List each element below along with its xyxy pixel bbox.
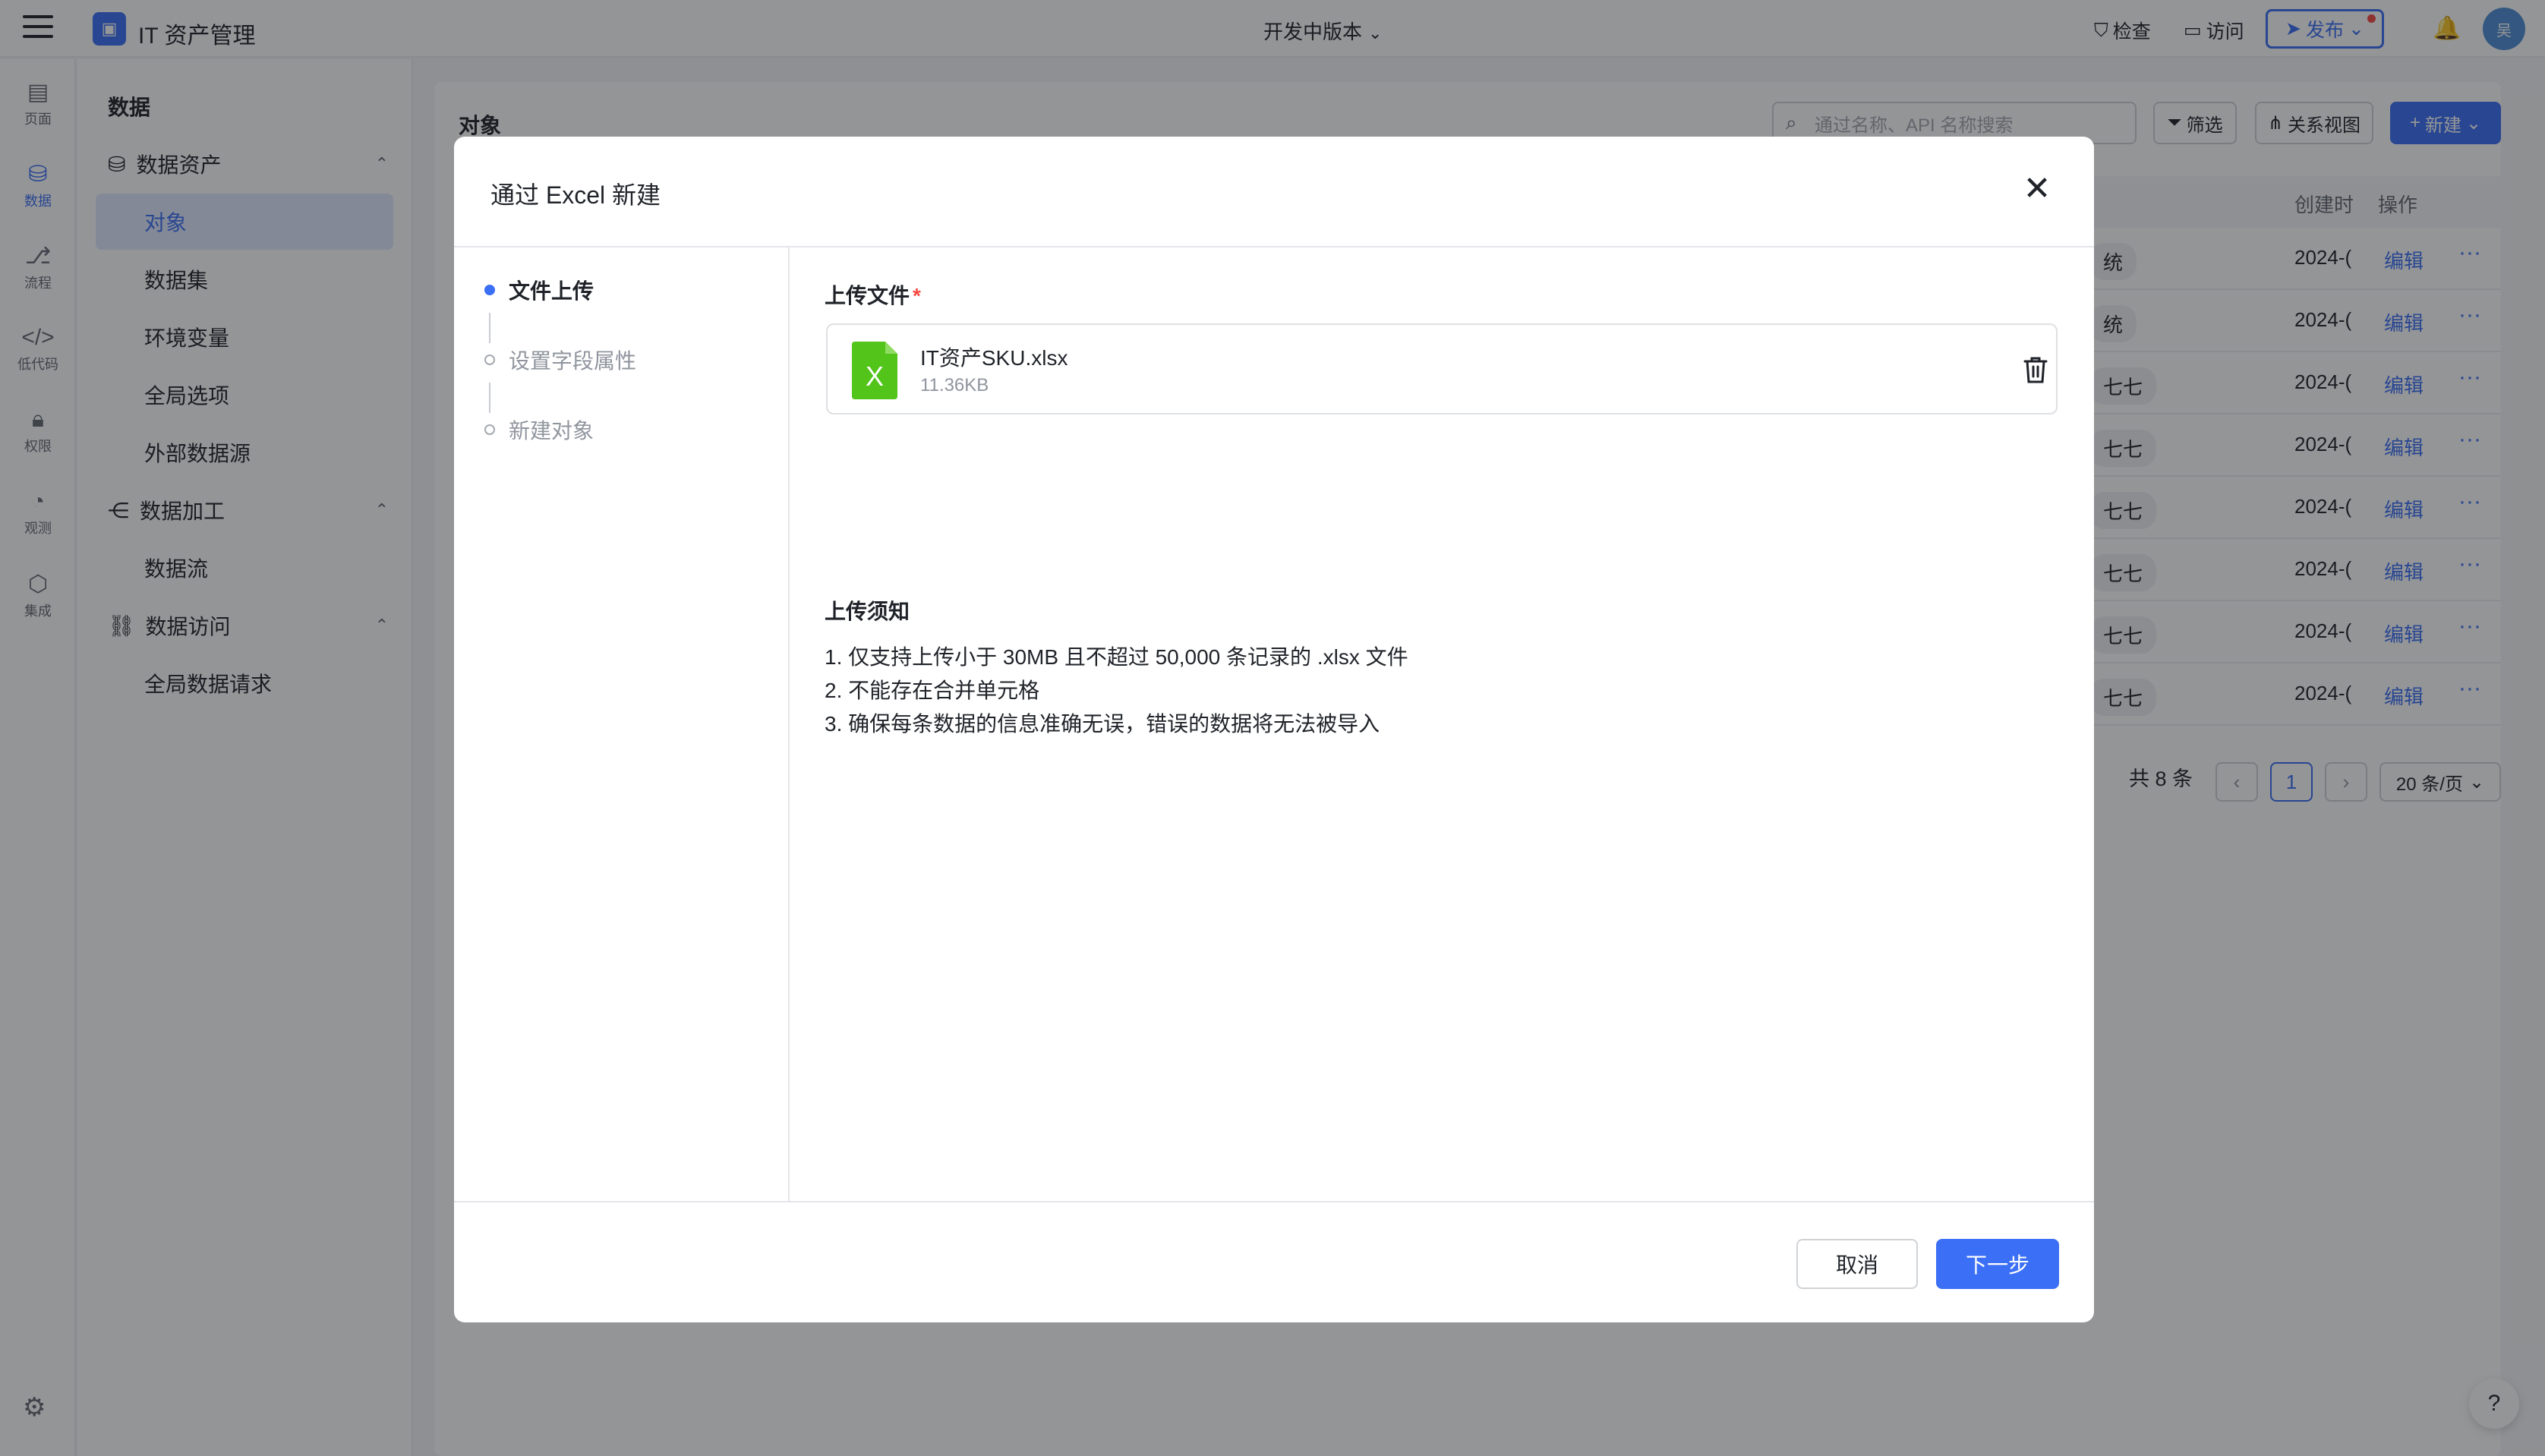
notice-item: 3. 确保每条数据的信息准确无误，错误的数据将无法被导入 (825, 712, 1380, 736)
step-label: 设置字段属性 (509, 349, 637, 373)
uploaded-file-card: X IT资产SKU.xlsx 11.36KB (826, 323, 2058, 414)
step-dot (484, 285, 495, 295)
cancel-button[interactable]: 取消 (1796, 1239, 1918, 1289)
excel-import-dialog: 通过 Excel 新建 ✕ 文件上传 设置字段属性 新建对象 上传文件 * X I… (454, 137, 2094, 1322)
step-dot (484, 424, 495, 435)
step-upload: 文件上传 (484, 275, 594, 305)
notice-title: 上传须知 (825, 600, 910, 623)
excel-icon-letter: X (866, 361, 884, 392)
excel-file-icon: X (852, 342, 897, 399)
dialog-title: 通过 Excel 新建 (490, 181, 661, 209)
notice-list: 1. 仅支持上传小于 30MB 且不超过 50,000 条记录的 .xlsx 文… (825, 641, 1408, 741)
step-field-settings: 设置字段属性 (484, 345, 636, 375)
step-connector (489, 383, 490, 413)
dialog-header: 通过 Excel 新建 ✕ (454, 137, 2094, 247)
notice-item: 1. 仅支持上传小于 30MB 且不超过 50,000 条记录的 .xlsx 文… (825, 645, 1408, 669)
next-step-button[interactable]: 下一步 (1936, 1239, 2059, 1289)
upload-field-label: 上传文件 * (825, 279, 921, 310)
close-icon[interactable]: ✕ (2018, 170, 2056, 208)
dialog-footer: 取消 下一步 (454, 1201, 2094, 1322)
required-mark: * (913, 284, 921, 307)
file-size: 11.36KB (920, 375, 989, 396)
step-connector (489, 313, 490, 343)
upload-label-text: 上传文件 (825, 284, 910, 307)
steps-panel: 文件上传 设置字段属性 新建对象 (454, 247, 790, 1201)
file-name: IT资产SKU.xlsx (920, 346, 1068, 370)
dialog-body: 上传文件 * X IT资产SKU.xlsx 11.36KB 上传须知 1. 仅支持… (791, 247, 2094, 1201)
step-dot (484, 355, 495, 365)
notice-item: 2. 不能存在合并单元格 (825, 679, 1040, 702)
step-create-object: 新建对象 (484, 414, 594, 445)
trash-icon[interactable] (2023, 355, 2048, 384)
step-label: 文件上传 (509, 279, 594, 303)
step-label: 新建对象 (509, 419, 594, 443)
